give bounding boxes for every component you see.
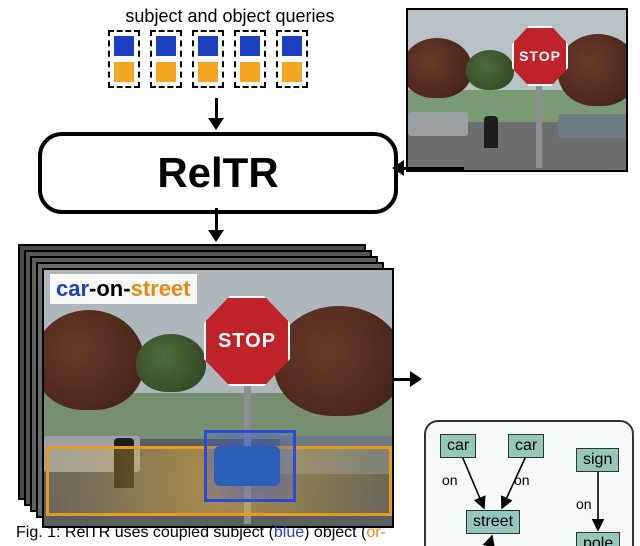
object-query-icon (156, 62, 176, 82)
graph-node-car-a: car (440, 434, 476, 458)
stop-sign-icon: STOP (512, 26, 568, 86)
query-pair-1 (108, 30, 140, 88)
arrow-model-to-output (215, 208, 218, 232)
stop-sign-text: STOP (218, 330, 276, 353)
subject-query-icon (156, 36, 176, 56)
triplet-object: street (131, 276, 191, 301)
arrow-queries-to-model (215, 98, 218, 120)
figcap-mid: ) object ( (304, 524, 366, 541)
object-query-icon (114, 62, 134, 82)
graph-node-sign: sign (576, 448, 619, 472)
attention-image: STOP car-on-street (42, 268, 394, 528)
edge-label-car-a-street: on (442, 472, 458, 488)
arrow-head-right-icon (410, 371, 422, 387)
subject-query-icon (282, 36, 302, 56)
subject-query-icon (198, 36, 218, 56)
object-query-icon (240, 62, 260, 82)
query-pair-2 (150, 30, 182, 88)
figcap-blue: blue (274, 524, 304, 541)
figcap-orange: or- (366, 524, 386, 541)
stop-sign-icon: STOP (204, 296, 290, 386)
figure-caption: Fig. 1: RelTR uses coupled subject (blue… (16, 524, 626, 542)
input-image: STOP (406, 8, 628, 172)
arrow-head-down-icon (208, 230, 224, 242)
attention-stack: STOP car-on-street (18, 244, 388, 522)
object-query-icon (198, 62, 218, 82)
triplet-subject: car (56, 276, 89, 301)
model-block: RelTR (38, 132, 398, 214)
graph-node-car-b: car (508, 434, 544, 458)
arrow-head-down-icon (208, 118, 224, 130)
arrow-head-left-icon (392, 160, 404, 176)
query-pairs (108, 30, 308, 88)
query-pair-5 (276, 30, 308, 88)
edge-label-car-b-street: on (514, 472, 530, 488)
query-pair-4 (234, 30, 266, 88)
arrow-output-to-graph (392, 378, 412, 381)
query-pair-3 (192, 30, 224, 88)
arrow-image-to-model (404, 167, 464, 170)
subject-query-icon (114, 36, 134, 56)
edge-label-sign-pole: on (576, 496, 592, 512)
figcap-prefix: Fig. 1: RelTR uses coupled subject ( (16, 524, 274, 541)
stop-sign-text: STOP (519, 48, 561, 64)
triplet-predicate: -on- (89, 276, 131, 301)
model-label: RelTR (157, 149, 278, 197)
queries-caption: subject and object queries (100, 6, 360, 27)
subject-query-icon (240, 36, 260, 56)
triplet-label: car-on-street (50, 274, 197, 304)
object-query-icon (282, 62, 302, 82)
